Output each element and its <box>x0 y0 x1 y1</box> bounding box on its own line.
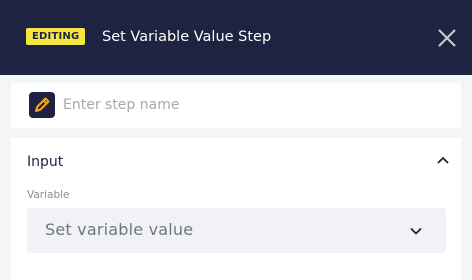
chevron-up-icon <box>437 156 449 164</box>
close-icon <box>438 29 456 47</box>
chevron-down-icon <box>410 227 422 235</box>
step-name-card <box>11 83 461 128</box>
close-button[interactable] <box>436 27 458 49</box>
variable-select[interactable]: Set variable value <box>27 208 446 253</box>
editor-header: EDITING Set Variable Value Step <box>0 0 472 75</box>
step-title: Set Variable Value Step <box>102 29 272 45</box>
collapse-button[interactable] <box>435 152 451 168</box>
editing-badge: EDITING <box>26 28 86 45</box>
pencil-icon <box>29 92 55 118</box>
variable-label: Variable <box>27 189 70 201</box>
input-section: Input Variable Set variable value <box>11 138 461 280</box>
section-title: Input <box>27 154 64 170</box>
variable-select-value: Set variable value <box>45 220 194 239</box>
step-name-input[interactable] <box>63 92 443 118</box>
